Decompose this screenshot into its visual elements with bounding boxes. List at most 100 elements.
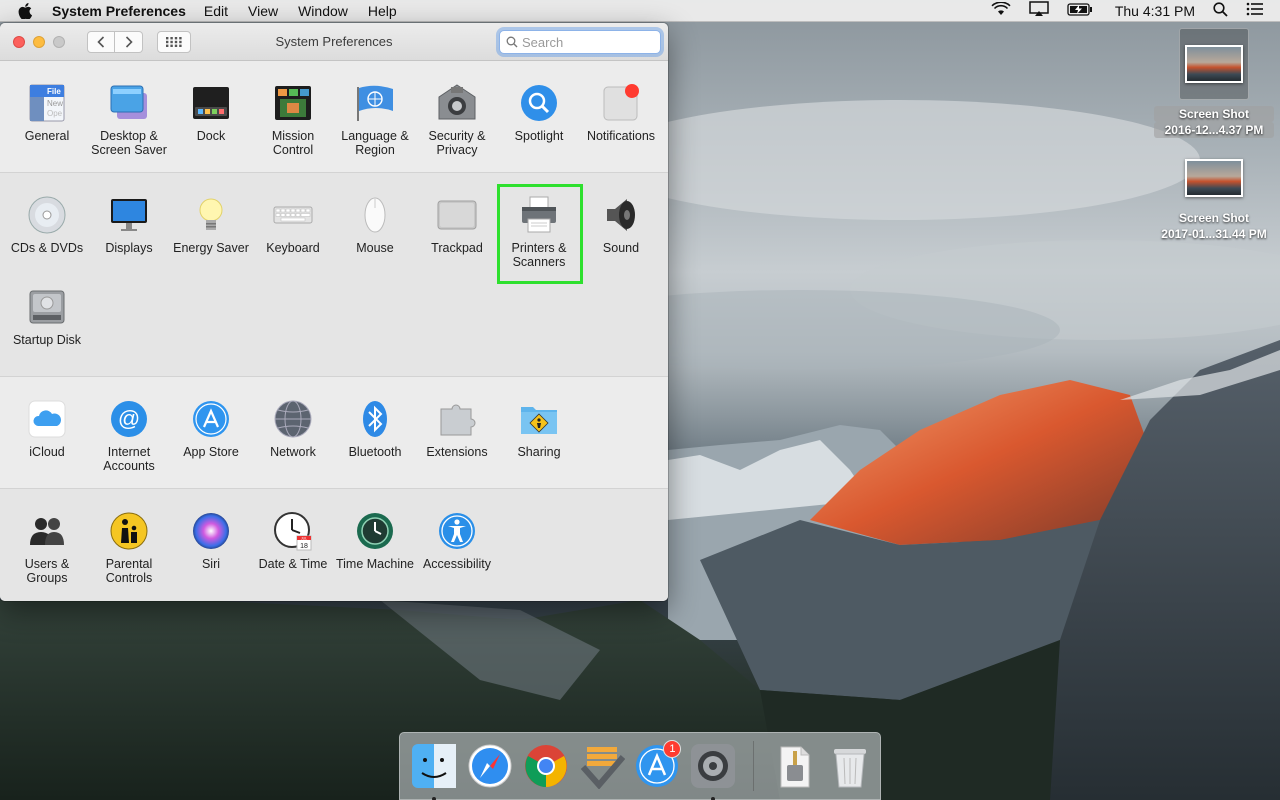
pref-internet-accounts[interactable]: @ Internet Accounts (88, 399, 170, 473)
pref-mission-control[interactable]: Mission Control (252, 83, 334, 157)
trackpad-icon (437, 195, 477, 235)
pref-accessibility[interactable]: Accessibility (416, 511, 498, 571)
general-icon: File New Ope (27, 83, 67, 123)
pref-label: Trackpad (431, 241, 483, 255)
accessibility-icon (437, 511, 477, 551)
close-button[interactable] (13, 35, 25, 48)
pref-dock[interactable]: Dock (170, 83, 252, 143)
siri-icon (191, 511, 231, 551)
pref-extensions[interactable]: Extensions (416, 399, 498, 459)
pref-general[interactable]: File New Ope General (6, 83, 88, 143)
back-button[interactable] (87, 30, 115, 53)
file-name: Screen Shot (1178, 211, 1250, 225)
pref-icloud[interactable]: iCloud (6, 399, 88, 459)
dock-pref-icon (191, 83, 231, 123)
dock-safari[interactable] (464, 740, 516, 792)
pref-cds-dvds[interactable]: CDs & DVDs (6, 195, 88, 255)
menu-window[interactable]: Window (298, 3, 348, 19)
dock-app-store[interactable]: 1 (632, 740, 684, 792)
forward-button[interactable] (115, 30, 143, 53)
parental-controls-icon (109, 511, 149, 551)
pref-label: Network (270, 445, 316, 459)
pref-network[interactable]: Network (252, 399, 334, 459)
pref-label: Parental Controls (105, 557, 153, 585)
pref-energy-saver[interactable]: Energy Saver (170, 195, 252, 255)
pref-printers-scanners[interactable]: Printers & Scanners (498, 195, 580, 269)
sharing-folder-icon (519, 399, 559, 439)
zoom-button[interactable] (53, 35, 65, 48)
menu-edit[interactable]: Edit (204, 3, 228, 19)
dock-finder[interactable] (408, 740, 460, 800)
spotlight-icon (519, 83, 559, 123)
menubar-clock[interactable]: Thu 4:31 PM (1115, 3, 1195, 19)
desktop-file-screenshot-1[interactable]: Screen Shot 2016-12...4.37 PM (1154, 28, 1274, 138)
pref-trackpad[interactable]: Trackpad (416, 195, 498, 255)
pref-security-privacy[interactable]: Security & Privacy (416, 83, 498, 157)
archive-icon (780, 746, 810, 788)
airplay-icon[interactable] (1029, 1, 1049, 20)
dock-system-preferences[interactable] (687, 740, 739, 800)
pref-sharing[interactable]: Sharing (498, 399, 580, 459)
pref-sound[interactable]: Sound (580, 195, 662, 255)
pref-label: Internet Accounts (103, 445, 155, 473)
spotlight-search-icon[interactable] (1213, 1, 1228, 20)
search-field[interactable] (499, 30, 661, 54)
users-icon (27, 511, 67, 551)
pref-label: Notifications (586, 129, 656, 143)
show-all-button[interactable] (157, 30, 191, 53)
globe-icon (273, 399, 313, 439)
pref-parental-controls[interactable]: Parental Controls (88, 511, 170, 585)
clock-calendar-icon: JUL 18 (273, 511, 313, 551)
finder-icon (411, 744, 456, 788)
nav-buttons (87, 30, 143, 53)
pref-label: Language & Region (341, 129, 409, 157)
wifi-icon[interactable] (991, 1, 1011, 19)
keyboard-icon (273, 195, 313, 235)
battery-icon[interactable] (1067, 2, 1093, 19)
chrome-icon (524, 745, 567, 787)
pref-spotlight[interactable]: Spotlight (498, 83, 580, 143)
pref-bluetooth[interactable]: Bluetooth (334, 399, 416, 459)
menu-help[interactable]: Help (368, 3, 397, 19)
app-store-icon (191, 399, 231, 439)
cd-dvd-icon (27, 195, 67, 235)
notification-center-icon[interactable] (1246, 2, 1264, 19)
pref-label: Sharing (517, 445, 561, 459)
pref-mouse[interactable]: Mouse (334, 195, 416, 255)
calendar-month: JUL (301, 537, 307, 541)
dock-archive[interactable] (768, 740, 820, 792)
dock-trash[interactable] (824, 740, 876, 792)
system-preferences-icon (691, 744, 736, 788)
pref-keyboard[interactable]: Keyboard (252, 195, 334, 255)
desktop-file-screenshot-2[interactable]: Screen Shot 2017-01...31.44 PM (1154, 152, 1274, 242)
menu-view[interactable]: View (248, 3, 278, 19)
search-input[interactable] (522, 34, 652, 50)
dock-omnifocus[interactable] (576, 740, 628, 792)
omnifocus-icon (580, 747, 625, 789)
app-menu[interactable]: System Preferences (52, 3, 186, 19)
file-subname: 2016-12...4.37 PM (1154, 122, 1274, 138)
safari-icon (468, 744, 512, 788)
svg-text:New: New (47, 99, 63, 108)
menu-bar: System Preferences Edit View Window Help… (0, 0, 1280, 22)
pref-language-region[interactable]: Language & Region (334, 83, 416, 157)
pref-desktop-screen-saver[interactable]: Desktop & Screen Saver (88, 83, 170, 157)
hard-disk-icon (27, 287, 67, 327)
file-thumbnail (1181, 152, 1247, 204)
pref-app-store[interactable]: App Store (170, 399, 252, 459)
pref-label: Spotlight (514, 129, 564, 143)
window-controls (13, 35, 65, 48)
pref-time-machine[interactable]: Time Machine (334, 511, 416, 571)
language-region-icon (355, 83, 395, 123)
pref-startup-disk[interactable]: Startup Disk (6, 287, 88, 347)
minimize-button[interactable] (33, 35, 45, 48)
puzzle-piece-icon (437, 399, 477, 439)
apple-menu-icon[interactable] (18, 2, 38, 19)
pref-siri[interactable]: Siri (170, 511, 252, 571)
pref-date-time[interactable]: JUL 18 Date & Time (252, 511, 334, 571)
pref-displays[interactable]: Displays (88, 195, 170, 255)
dock-chrome[interactable] (520, 740, 572, 792)
pref-label: Siri (201, 557, 221, 571)
pref-users-groups[interactable]: Users & Groups (6, 511, 88, 585)
pref-notifications[interactable]: Notifications (580, 83, 662, 143)
